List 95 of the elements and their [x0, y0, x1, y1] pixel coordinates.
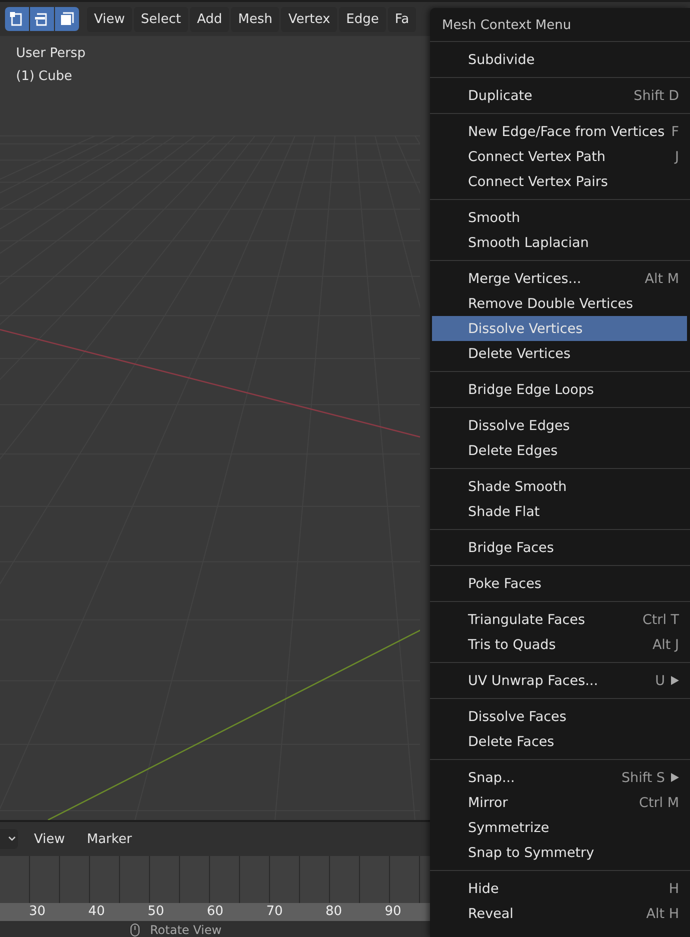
header-menu[interactable]: Add: [190, 6, 230, 32]
menu-item[interactable]: New Edge/Face from Vertices F: [432, 119, 687, 144]
frame-number: 30: [29, 903, 47, 921]
menu-item[interactable]: Delete Edges: [432, 438, 687, 463]
editor-type-dropdown-icon[interactable]: [0, 828, 20, 850]
menu-item-label: Snap to Symmetry: [468, 844, 596, 860]
menu-item-label: Subdivide: [468, 52, 536, 68]
menu-item-label: Connect Vertex Path: [468, 148, 606, 164]
frame-number: 40: [88, 903, 106, 921]
menu-title: Mesh Context Menu: [430, 8, 690, 42]
frame-number: 60: [206, 903, 224, 921]
menu-item-label: New Edge/Face from Vertices: [468, 124, 666, 140]
menu-item-label: UV Unwrap Faces...: [468, 672, 600, 688]
menu-item[interactable]: Poke Faces: [432, 571, 687, 596]
menu-item[interactable]: Delete Vertices: [432, 341, 687, 366]
menu-item[interactable]: Reveal Alt H: [432, 901, 687, 926]
menu-item[interactable]: UV Unwrap Faces... U: [432, 668, 687, 693]
menu-item-label: Poke Faces: [468, 576, 542, 592]
viewport-info-text: (1) Cube: [16, 69, 72, 84]
menu-item-label: Delete Vertices: [468, 346, 572, 362]
menu-item[interactable]: Dissolve Edges: [432, 413, 687, 438]
menu-item[interactable]: Snap to Symmetry: [432, 840, 687, 865]
menu-item-label: Shade Flat: [468, 504, 541, 520]
menu-item-label: Delete Edges: [468, 442, 559, 458]
menu-item-label: Dissolve Faces: [468, 708, 568, 724]
status-hint: Rotate View: [150, 923, 222, 937]
menu-item[interactable]: Delete Faces: [432, 729, 687, 754]
menu-item[interactable]: Smooth: [432, 205, 687, 230]
menu-item-label: Delete Faces: [468, 734, 556, 750]
menu-item[interactable]: Dissolve Vertices: [432, 316, 687, 341]
menu-item[interactable]: Smooth Laplacian: [432, 230, 687, 255]
menu-item-label: Hide: [468, 880, 500, 896]
header-menu[interactable]: Vertex: [281, 6, 338, 32]
shortcut-text: Shift D: [634, 88, 679, 104]
menu-item-label: Connect Vertex Pairs: [468, 174, 609, 190]
frame-number: 80: [325, 903, 344, 921]
header-menu[interactable]: Edge: [339, 6, 386, 32]
menu-item[interactable]: Bridge Faces: [432, 535, 687, 560]
menu-item-label: Mirror: [468, 794, 509, 810]
menu-item-label: Remove Double Vertices: [468, 296, 634, 312]
shortcut-text: Shift S: [621, 770, 665, 786]
menu-item[interactable]: Snap... Shift S: [432, 765, 687, 790]
menu-item-label: Bridge Faces: [468, 540, 555, 556]
shortcut-text: F: [671, 124, 679, 140]
menu-item[interactable]: Subdivide: [432, 47, 687, 72]
menu-item-label: Tris to Quads: [468, 636, 557, 652]
menu-item-label: Dissolve Edges: [468, 418, 571, 434]
header-menu[interactable]: View: [87, 6, 132, 32]
menu-item[interactable]: Shade Smooth: [432, 474, 687, 499]
menu-item[interactable]: Mirror Ctrl M: [432, 790, 687, 815]
menu-item-label: Merge Vertices...: [468, 270, 582, 286]
face-select-mode-button[interactable]: [55, 7, 79, 31]
menu-item[interactable]: Remove Double Vertices: [432, 291, 687, 316]
menu-item-label: Shade Smooth: [468, 478, 568, 494]
face-mode-icon: [59, 11, 75, 27]
menu-item-label: Smooth Laplacian: [468, 234, 590, 250]
menu-item-label: Duplicate: [468, 88, 534, 104]
menu-item[interactable]: Duplicate Shift D: [432, 83, 687, 108]
header-menu[interactable]: Fa: [388, 6, 416, 32]
shortcut-text: Alt H: [646, 906, 679, 922]
shortcut-text: Ctrl M: [639, 794, 679, 810]
menu-item[interactable]: Hide H: [432, 876, 687, 901]
frame-number: 70: [266, 903, 284, 921]
shortcut-text: Alt M: [644, 270, 679, 286]
menu-item[interactable]: Dissolve Faces: [432, 704, 687, 729]
header-menu[interactable]: Select: [134, 6, 188, 32]
menu-item[interactable]: Connect Vertex Pairs: [432, 169, 687, 194]
shortcut-text: J: [675, 148, 679, 164]
menu-item-label: Reveal: [468, 906, 514, 922]
menu-item-label: Snap...: [468, 770, 516, 786]
menu-item[interactable]: Merge Vertices... Alt M: [432, 266, 687, 291]
frame-number: 90: [384, 903, 402, 921]
menu-item[interactable]: Connect Vertex Path J: [432, 144, 687, 169]
menu-item[interactable]: Shade Flat: [432, 499, 687, 524]
menu-item-label: Symmetrize: [468, 820, 550, 836]
timeline-menu[interactable]: Marker: [78, 828, 140, 850]
shortcut-text: Ctrl T: [642, 612, 679, 628]
menu-item[interactable]: Symmetrize: [432, 815, 687, 840]
viewport-info-text: User Persp: [16, 46, 86, 61]
timeline-menu[interactable]: View: [26, 828, 73, 850]
menu-item[interactable]: Triangulate Faces Ctrl T: [432, 607, 687, 632]
menu-item-label: Smooth: [468, 210, 522, 226]
menu-item-label: Dissolve Vertices: [468, 320, 584, 336]
edge-select-mode-button[interactable]: [30, 7, 54, 31]
frame-number: 50: [148, 903, 166, 921]
shortcut-text: H: [668, 880, 679, 896]
mouse-icon: [130, 923, 140, 937]
menu-item[interactable]: Tris to Quads Alt J: [432, 632, 687, 657]
menu-item[interactable]: Bridge Edge Loops: [432, 377, 687, 402]
vertex-select-mode-button[interactable]: [5, 7, 29, 31]
menu-item-label: Triangulate Faces: [468, 612, 586, 628]
shortcut-text: Alt J: [652, 636, 679, 652]
menu-item-label: Bridge Edge Loops: [468, 382, 595, 398]
header-menu[interactable]: Mesh: [231, 6, 280, 32]
shortcut-text: U: [655, 672, 665, 688]
